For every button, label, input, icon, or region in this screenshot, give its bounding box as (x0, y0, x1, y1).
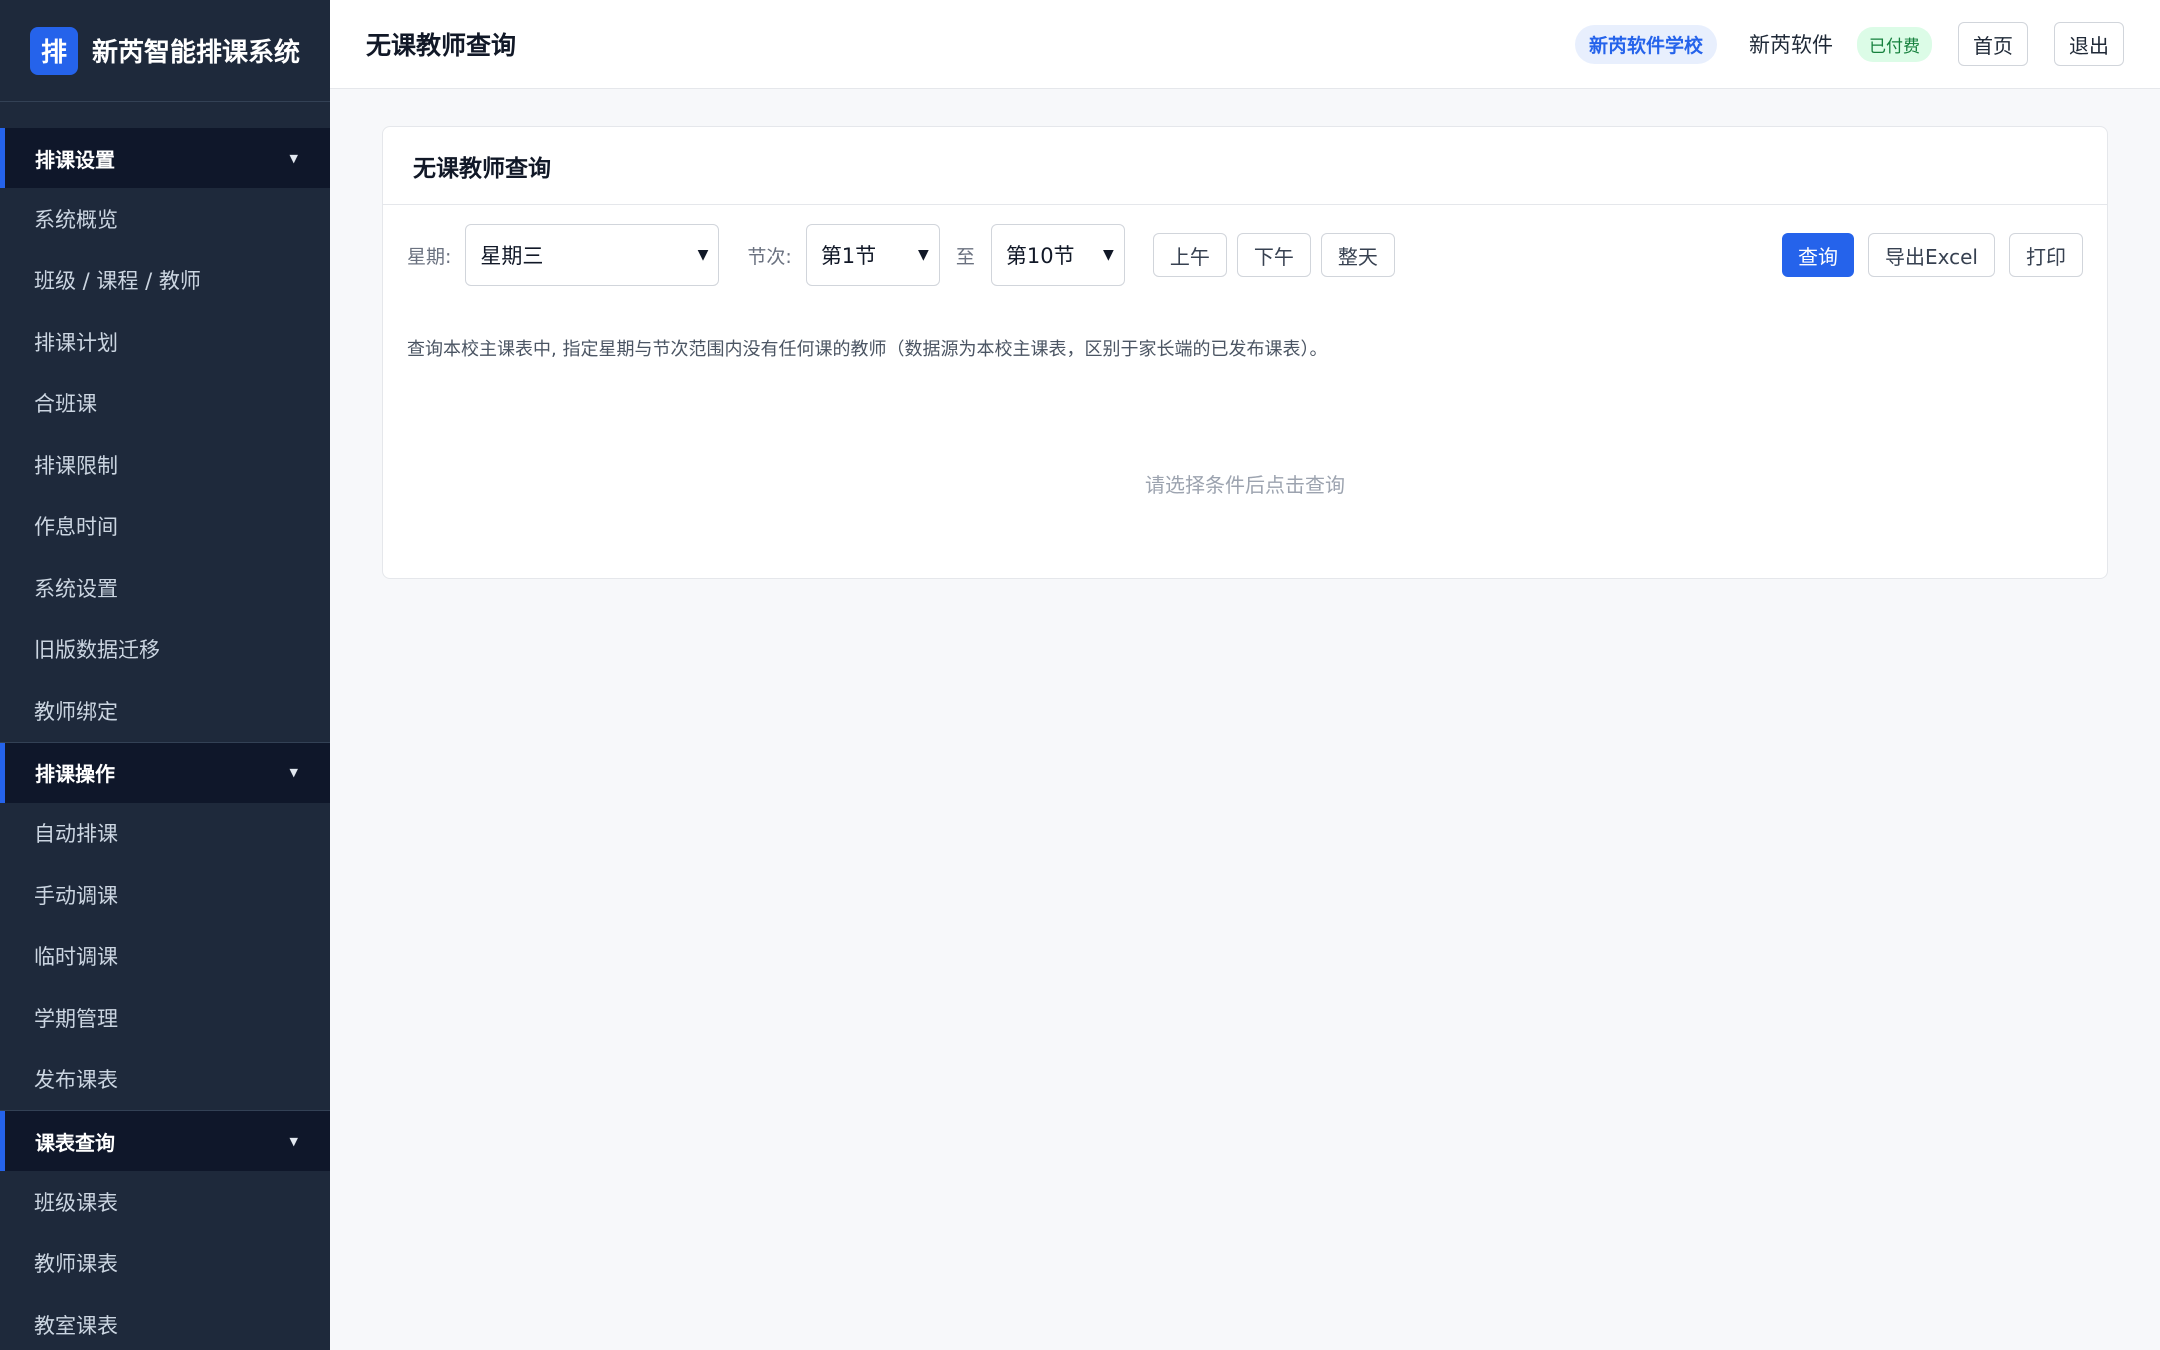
sidebar-item-legacy-migration[interactable]: 旧版数据迁移 (0, 619, 330, 681)
nav-group-scheduling-operations[interactable]: 排课操作 ▼ (0, 742, 330, 803)
sidebar-item-auto-schedule[interactable]: 自动排课 (0, 803, 330, 865)
sidebar: 排 新芮智能排课系统 排课设置 ▼ 系统概览 班级 / 课程 / 教师 排课计划… (0, 0, 330, 1350)
sidebar-item-class-timetable[interactable]: 班级课表 (0, 1171, 330, 1233)
query-button[interactable]: 查询 (1782, 233, 1855, 277)
nav-group-label: 排课设置 (35, 147, 115, 172)
page-title: 无课教师查询 (366, 31, 517, 60)
period-label: 节次: (747, 245, 792, 268)
caret-down-icon: ▼ (289, 151, 298, 165)
weekday-label: 星期: (407, 245, 452, 268)
print-button[interactable]: 打印 (2009, 233, 2083, 277)
morning-button[interactable]: 上午 (1152, 233, 1227, 277)
logout-button[interactable]: 退出 (2054, 22, 2124, 66)
sidebar-item-temp-adjust[interactable]: 临时调课 (0, 926, 330, 988)
header-actions: 新芮软件学校 新芮软件 已付费 首页 退出 (1574, 22, 2124, 66)
nav-group-label: 排课操作 (35, 762, 115, 786)
sidebar-item-semester[interactable]: 学期管理 (0, 987, 330, 1049)
empty-state-hint: 请选择条件后点击查询 (1145, 473, 1345, 497)
card-title: 无课教师查询 (383, 127, 2107, 205)
sidebar-item-teacher-binding[interactable]: 教师绑定 (0, 680, 330, 742)
period-to-select[interactable]: 第10节 ▼ (990, 224, 1125, 286)
top-header: 无课教师查询 新芮软件学校 新芮软件 已付费 首页 退出 (330, 0, 2160, 89)
sidebar-item-publish[interactable]: 发布课表 (0, 1049, 330, 1111)
sidebar-item-schedule-plan[interactable]: 排课计划 (0, 311, 330, 373)
sidebar-nav: 排课设置 ▼ 系统概览 班级 / 课程 / 教师 排课计划 合班课 排课限制 作… (0, 102, 330, 1350)
sidebar-item-timetable-hours[interactable]: 作息时间 (0, 496, 330, 558)
filter-row: 星期: 星期三 ▼ 节次: 第1节 ▼ 至 第10节 ▼ 上午 下午 整天 查询… (383, 205, 2107, 305)
caret-down-icon: ▼ (289, 766, 298, 779)
period-from-select[interactable]: 第1节 ▼ (805, 224, 940, 286)
school-badge: 新芮软件学校 (1574, 24, 1717, 64)
paid-status-badge: 已付费 (1857, 26, 1932, 62)
query-card: 无课教师查询 星期: 星期三 ▼ 节次: 第1节 ▼ 至 第10节 ▼ 上午 下… (382, 126, 2108, 579)
nav-group-scheduling-settings[interactable]: 排课设置 ▼ (0, 128, 330, 188)
brand-name: 新芮智能排课系统 (92, 38, 301, 68)
all-day-button[interactable]: 整天 (1320, 233, 1395, 277)
sidebar-item-class-course-teacher[interactable]: 班级 / 课程 / 教师 (0, 250, 330, 312)
weekday-select[interactable]: 星期三 ▼ (465, 224, 720, 286)
sidebar-item-teacher-timetable[interactable]: 教师课表 (0, 1233, 330, 1295)
brand: 排 新芮智能排课系统 (0, 0, 330, 102)
sidebar-item-room-timetable[interactable]: 教室课表 (0, 1294, 330, 1350)
sidebar-item-system-settings[interactable]: 系统设置 (0, 557, 330, 619)
to-label: 至 (955, 245, 975, 268)
sidebar-item-combined-class[interactable]: 合班课 (0, 373, 330, 435)
period-from-value: 第1节 (820, 244, 877, 268)
brand-logo: 排 (30, 26, 78, 75)
query-description: 查询本校主课表中, 指定星期与节次范围内没有任何课的教师（数据源为本校主课表，区… (407, 339, 1328, 360)
chevron-down-icon: ▼ (1103, 247, 1114, 263)
afternoon-button[interactable]: 下午 (1236, 233, 1311, 277)
period-to-value: 第10节 (1005, 244, 1075, 268)
chevron-down-icon: ▼ (697, 247, 709, 263)
user-name: 新芮软件 (1749, 33, 1833, 57)
caret-down-icon: ▼ (289, 1134, 298, 1148)
sidebar-item-manual-adjust[interactable]: 手动调课 (0, 864, 330, 926)
nav-group-label: 课表查询 (35, 1130, 115, 1155)
home-button[interactable]: 首页 (1958, 22, 2028, 66)
sidebar-item-overview[interactable]: 系统概览 (0, 188, 330, 250)
chevron-down-icon: ▼ (918, 247, 929, 263)
export-excel-button[interactable]: 导出Excel (1868, 233, 1995, 277)
nav-group-timetable-query[interactable]: 课表查询 ▼ (0, 1111, 330, 1171)
weekday-select-value: 星期三 (480, 244, 544, 268)
sidebar-item-restrictions[interactable]: 排课限制 (0, 434, 330, 496)
